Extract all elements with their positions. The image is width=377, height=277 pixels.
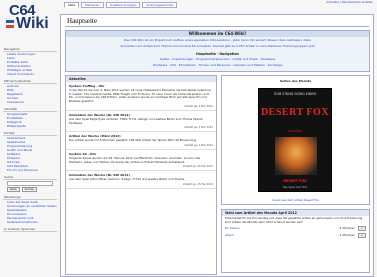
title-divider: [65, 26, 369, 27]
login-link[interactable]: Anmelden / Benutzerkonto erstellen: [326, 1, 373, 4]
news-item-text: Aus dem Spiel Eagle Eyes (Autoren: FXRS,…: [69, 116, 203, 125]
tab-discussion[interactable]: Diskussion: [81, 2, 104, 8]
news-item-meta: Zuletzt ge- 3 Mar 2012: [184, 126, 213, 130]
cover-tagline: ZUM STAND GOING EINEM: [274, 92, 316, 96]
vote-count: 2 Stimmen: [339, 226, 355, 231]
cover-platform: C64 DISK: [288, 129, 302, 133]
tab-page[interactable]: Seite: [64, 2, 80, 8]
vote-count: 2 Stimmen: [339, 233, 355, 238]
news-item: System Tiefflug ..Uhr In der Woche die z…: [66, 84, 216, 111]
vote-candidate[interactable]: Gleich: [225, 233, 234, 238]
sidebar-heading-languages: In anderen Sprachen: [3, 227, 57, 232]
sidebar-search-input[interactable]: [7, 181, 53, 186]
welcome-text-2: Anmelden und Artikel zum Thema Commodore…: [120, 44, 315, 48]
vote-row: Gleich 2 Stimmen +: [222, 232, 369, 239]
desert-fox-cover-image[interactable]: ZUM STAND GOING EINEM DESERT FOX C64 DIS…: [258, 88, 332, 192]
page-title: Hauptseite: [67, 17, 97, 25]
news-item-text: In der Woche die zum 4. März 2012 wurden…: [69, 88, 211, 104]
sidebar: Navigation Letzte Änderungen Links Erste…: [3, 44, 57, 232]
cover-caption[interactable]: Cover aus dem Artikel Desert Fox: [222, 198, 369, 202]
go-button[interactable]: Seite: [7, 187, 20, 192]
sidebar-item[interactable]: Seiteninformationen: [3, 220, 57, 224]
welcome-box: Willkommen im C64-Wiki! Das C64-Wiki ist…: [65, 30, 370, 72]
vote-button[interactable]: +: [357, 233, 366, 239]
news-item-meta: Zuletzt ge- 25 Feb 2012: [183, 183, 213, 187]
cover-footer: Das Spiel zum Film: [282, 186, 308, 189]
vote-button[interactable]: +: [357, 226, 366, 232]
cover-art: [275, 137, 317, 175]
news-item-meta: Zuletzt ge- 4 Mar 2012: [184, 104, 213, 108]
tab-view-source[interactable]: Quelltext anzeigen: [105, 2, 141, 8]
search-button[interactable]: Suchen: [21, 187, 38, 192]
vote-box: Wahl zum Artikel des Monats April 2012 E…: [221, 209, 370, 273]
news-item-meta: Zuletzt ge- 1 Mar 2012: [184, 143, 213, 147]
tab-history[interactable]: Versionsgeschichte: [142, 2, 178, 8]
vote-row: Du Cavern 2 Stimmen +: [222, 225, 369, 232]
news-item-meta: Zuletzt ge- 26 Feb 2012: [183, 165, 213, 169]
portal-links-2[interactable]: Hardware · C64 · Emulatoren · Firmen und…: [66, 62, 369, 68]
sidebar-heading-search: Suche: [3, 175, 57, 180]
logo-stripe-red: [6, 25, 14, 28]
logo-stripe-blue: [6, 20, 14, 23]
cover-box-heading: Seiten des Monats: [279, 79, 312, 83]
page-tabs: Seite Diskussion Quelltext anzeigen Vers…: [64, 2, 178, 8]
logo-wiki-text: Wiki: [16, 15, 49, 32]
cover-title-text: DESERT FOX: [260, 107, 330, 118]
news-item-text: Folgende Spiele wurden am 26. Februar 20…: [69, 155, 201, 164]
news-box: Aktuelles System Tiefflug ..Uhr In der W…: [65, 75, 217, 275]
sidebar-item[interactable]: Impressum: [3, 100, 57, 104]
vote-candidate[interactable]: Du Cavern: [225, 226, 240, 231]
news-item: Animation der Woche (Nr. KW 2012) Aus de…: [66, 173, 216, 190]
main-content: Hauptseite Willkommen im C64-Wiki! Das C…: [60, 14, 374, 277]
news-item: Artikel der Woche (März 2012) Der Artike…: [66, 134, 216, 150]
sidebar-item[interactable]: Hilfsprojekte: [3, 124, 57, 128]
right-column: Seiten des Monats ZUM STAND GOING EINEM …: [221, 75, 370, 275]
news-heading: Aktuelles: [66, 76, 216, 82]
sidebar-item[interactable]: Visual Commands: [3, 72, 57, 76]
news-item: System 40 ..Uhr Folgende Spiele wurden a…: [66, 152, 216, 172]
sidebar-item[interactable]: Forum und Personen: [3, 168, 57, 172]
wiki-logo[interactable]: C64 Wiki: [4, 2, 50, 42]
cover-subtitle: DESERT FOX: [283, 179, 307, 183]
news-item: Animation der Woche (Nr. KW 2012) Aus de…: [66, 113, 216, 133]
vote-text: Entscheidet für bis Donnerstag auf, dass…: [225, 216, 363, 224]
cover-box: Seiten des Monats ZUM STAND GOING EINEM …: [221, 75, 370, 205]
sidebar-search-buttons: Seite Suchen: [3, 187, 57, 192]
